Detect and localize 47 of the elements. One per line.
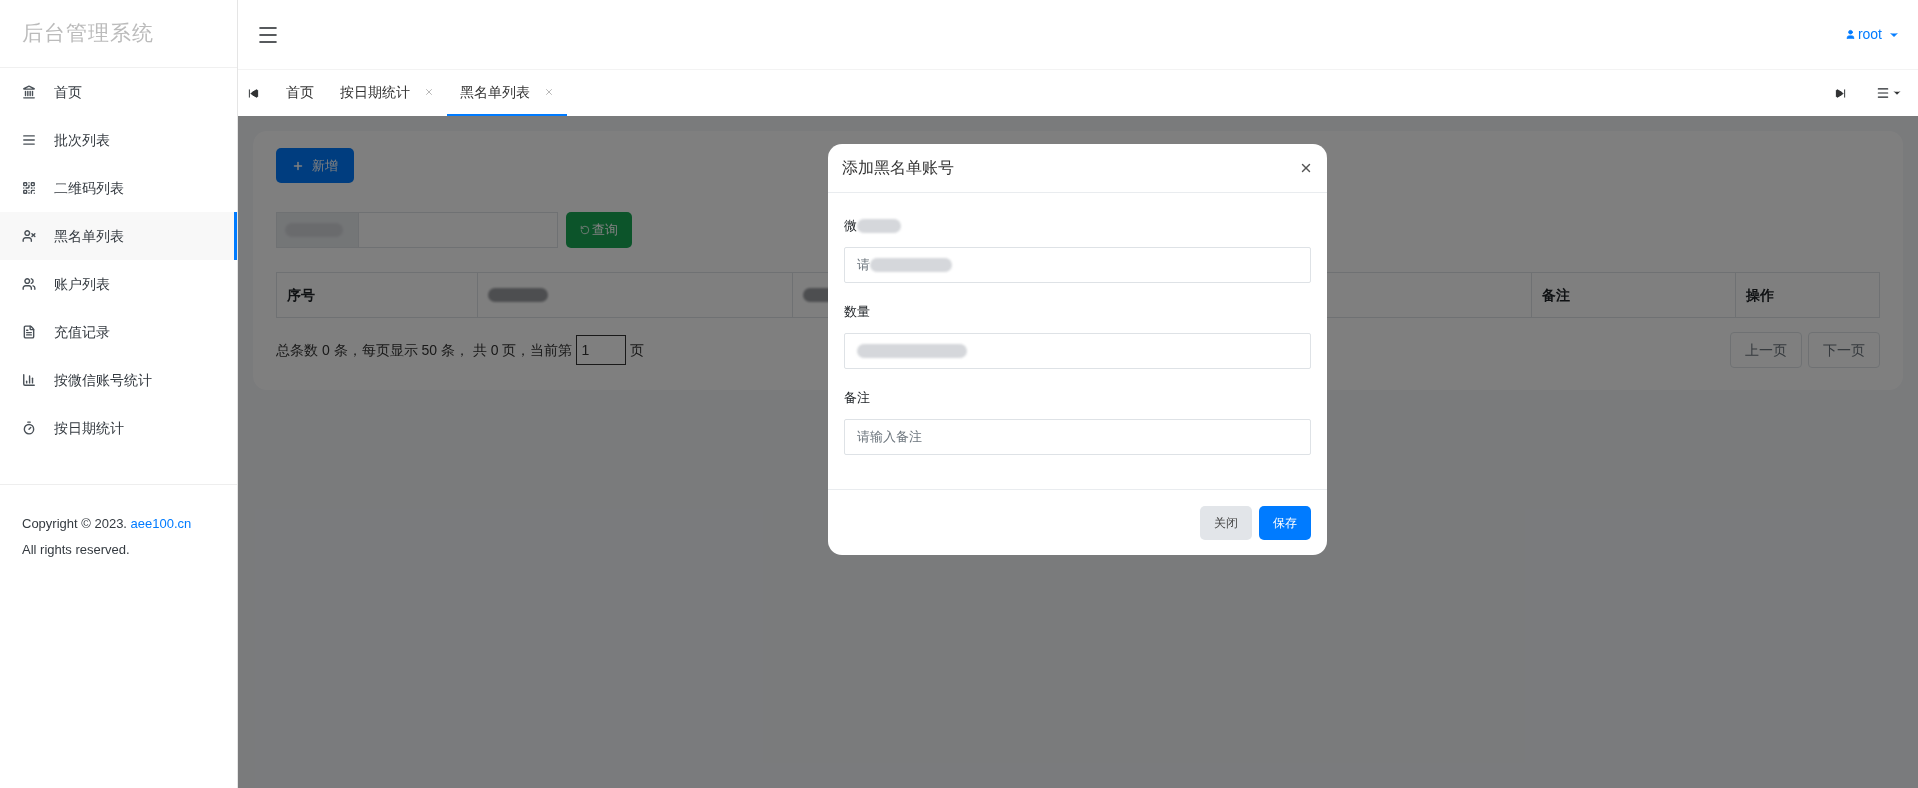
first-tab-icon[interactable] — [248, 87, 259, 99]
document-icon — [22, 325, 36, 339]
bar-chart-icon — [22, 373, 36, 387]
text-field[interactable] — [844, 333, 1311, 369]
refresh-icon — [580, 225, 590, 235]
bank-icon — [22, 85, 36, 99]
copyright-text: Copyright © 2023. — [22, 516, 127, 531]
user-menu[interactable]: root — [1844, 24, 1900, 45]
column-header: 操作 — [1746, 285, 1774, 305]
dialog-title: 添加黑名单账号 — [842, 158, 954, 178]
field-label: 数量 — [844, 303, 870, 322]
sidebar-item[interactable]: 账户列表 — [0, 260, 237, 308]
sidebar-item[interactable]: 按日期统计 — [0, 404, 237, 452]
redaction-blur — [488, 288, 548, 302]
page-input[interactable]: 1 — [576, 335, 627, 365]
sidebar-item[interactable]: 充值记录 — [0, 308, 237, 356]
sidebar-item[interactable]: 首页 — [0, 68, 237, 116]
user-icon — [1844, 29, 1856, 40]
rights-text: All rights reserved. — [22, 541, 131, 559]
column-header: 备注 — [1542, 285, 1570, 305]
site-link[interactable]: aee100.cn — [130, 516, 192, 531]
users-icon — [22, 277, 36, 291]
plus-icon — [292, 159, 304, 172]
page-tab[interactable]: 首页 — [273, 70, 327, 116]
field-label: 微 — [844, 217, 857, 236]
page-tab[interactable]: 按日期统计 — [327, 70, 447, 116]
text-field[interactable]: 请 — [844, 247, 1311, 283]
sidebar-item[interactable]: 黑名单列表 — [0, 212, 237, 260]
qr-code-icon — [22, 181, 36, 195]
field-label: 备注 — [844, 389, 870, 408]
save-button[interactable]: 保存 — [1259, 505, 1311, 540]
sidebar-item[interactable]: 按微信账号统计 — [0, 356, 237, 404]
pagination-summary: 总条数 0 条，每页显示 50 条， 共 0 页，当前第 — [276, 340, 573, 360]
column-header: 序号 — [287, 285, 315, 305]
text-field[interactable]: 请输入备注 — [844, 419, 1311, 455]
caret-icon — [1892, 88, 1902, 98]
menu-icon — [1876, 86, 1890, 100]
timer-icon — [22, 421, 36, 435]
sidebar-item[interactable]: 二维码列表 — [0, 164, 237, 212]
close-icon[interactable] — [1299, 161, 1313, 175]
sidebar-item[interactable]: 批次列表 — [0, 116, 237, 164]
page-suffix: 页 — [630, 340, 645, 360]
list-icon — [22, 133, 36, 147]
crossed-user-icon — [22, 229, 36, 243]
last-tab-icon[interactable] — [1835, 87, 1846, 99]
app-title: 后台管理系统 — [22, 19, 154, 47]
close-button[interactable]: 关闭 — [1200, 505, 1252, 540]
